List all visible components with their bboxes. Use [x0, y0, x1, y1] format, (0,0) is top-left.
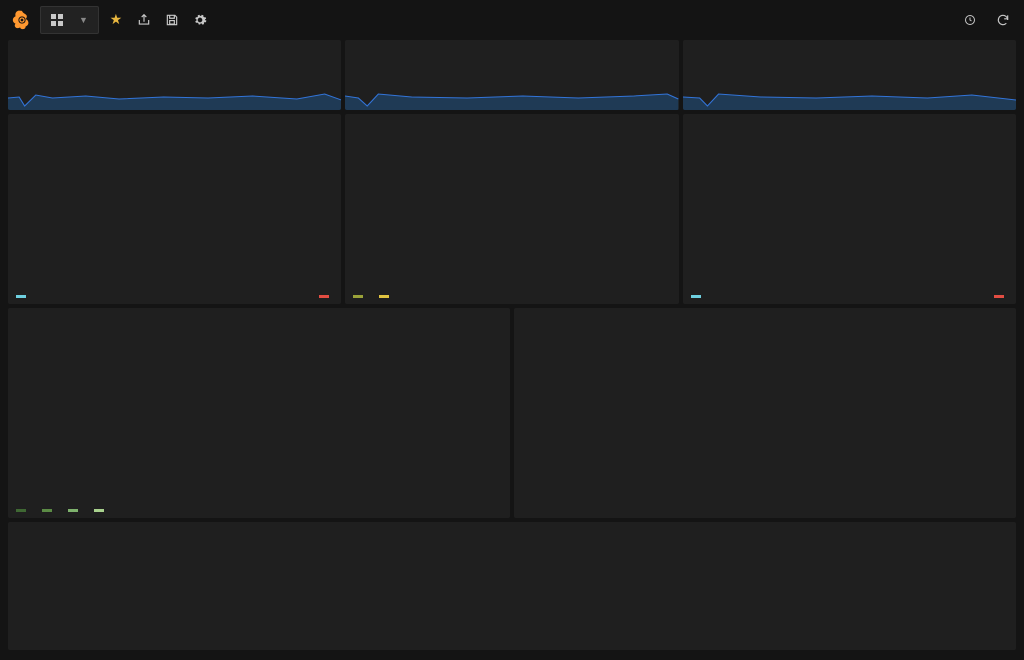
y-axis-left	[10, 140, 40, 270]
stat-panel-signouts[interactable]	[683, 40, 1016, 110]
legend-item[interactable]	[42, 505, 56, 516]
legend	[691, 291, 1008, 302]
y-axis-left	[685, 140, 715, 270]
share-icon[interactable]	[133, 9, 155, 31]
panel-title	[514, 308, 1016, 314]
sparkline	[683, 80, 1016, 110]
panel-title	[345, 114, 678, 120]
panel-title	[683, 114, 1016, 120]
y-axis-left	[347, 140, 377, 270]
panel-title	[8, 114, 341, 120]
plot-area	[42, 140, 307, 270]
panel-client-side[interactable]	[514, 308, 1016, 518]
plot-area	[38, 332, 502, 488]
save-icon[interactable]	[161, 9, 183, 31]
legend	[16, 291, 333, 302]
legend-item[interactable]	[691, 291, 705, 302]
legend	[16, 505, 108, 516]
panel-bottom-stream[interactable]	[8, 522, 1016, 650]
sparkline	[8, 80, 341, 110]
y-axis-right	[984, 140, 1014, 270]
legend-item[interactable]	[16, 291, 30, 302]
refresh-icon[interactable]	[992, 9, 1014, 31]
side-legend	[910, 332, 1010, 336]
legend-item[interactable]	[68, 505, 82, 516]
panel-title	[683, 40, 1016, 46]
stat-row	[0, 40, 1024, 110]
sparkline	[345, 80, 678, 110]
stat-panel-signups[interactable]	[345, 40, 678, 110]
legend-item[interactable]	[319, 291, 333, 302]
grafana-logo-icon[interactable]	[10, 8, 34, 32]
legend-item[interactable]	[16, 505, 30, 516]
panel-title	[8, 40, 341, 46]
panel-title	[8, 308, 510, 314]
chevron-down-icon: ▼	[79, 15, 88, 26]
row-4	[0, 304, 1024, 518]
y-axis-left	[10, 332, 36, 488]
dashboard-picker[interactable]: ▼	[40, 6, 99, 34]
y-axis-left	[516, 332, 542, 488]
time-range-picker[interactable]	[964, 13, 980, 27]
legend-item[interactable]	[94, 505, 108, 516]
star-icon[interactable]: ★	[105, 9, 127, 31]
legend-item[interactable]	[379, 291, 393, 302]
legend-item[interactable]	[994, 291, 1008, 302]
clock-icon	[964, 14, 976, 26]
panel-server-requests[interactable]	[8, 308, 510, 518]
y-axis-right	[309, 140, 339, 270]
panel-memory-cpu-2[interactable]	[683, 114, 1016, 304]
panel-title	[345, 40, 678, 46]
gear-icon[interactable]	[189, 9, 211, 31]
graph-row	[0, 114, 1024, 304]
plot-area	[544, 332, 906, 488]
top-nav: ▼ ★	[0, 0, 1024, 40]
stat-panel-logins[interactable]	[8, 40, 341, 110]
plot-area	[379, 140, 644, 270]
legend	[353, 291, 670, 302]
grid-icon	[51, 14, 63, 26]
legend-item[interactable]	[353, 291, 367, 302]
plot-area	[717, 140, 982, 270]
panel-logins[interactable]	[345, 114, 678, 304]
panel-memory-cpu-1[interactable]	[8, 114, 341, 304]
